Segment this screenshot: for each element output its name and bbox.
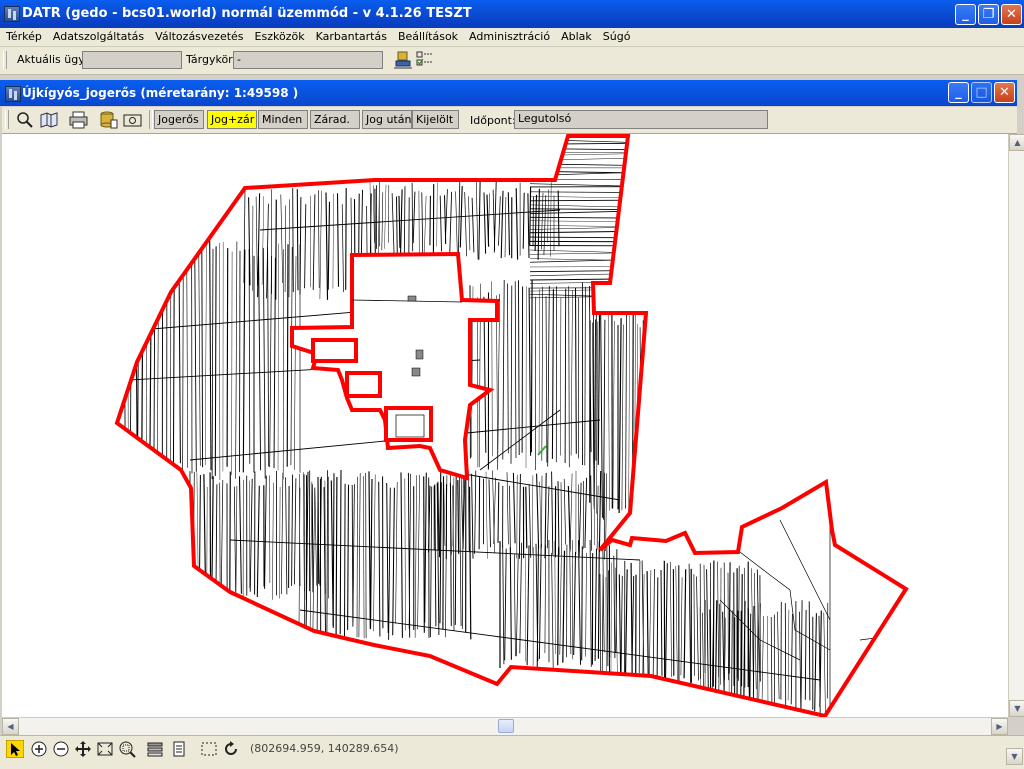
- map-window-icon: [5, 86, 21, 102]
- stamp-user-icon[interactable]: [394, 50, 414, 70]
- checklist-icon[interactable]: [416, 50, 436, 70]
- print-icon[interactable]: [68, 110, 90, 130]
- maximize-button[interactable]: ❐: [978, 4, 999, 25]
- map-minimize-button[interactable]: _: [948, 82, 969, 103]
- scroll-left-button[interactable]: ◀: [2, 718, 19, 735]
- zoom-in-icon[interactable]: [30, 740, 48, 758]
- menu-adminisztracio[interactable]: Adminisztráció: [463, 28, 555, 43]
- parcel-lines: [119, 135, 828, 716]
- targykor-label: Tárgykör:: [186, 53, 236, 66]
- zoom-out-icon[interactable]: [52, 740, 70, 758]
- app-title-bar[interactable]: DATR (gedo - bcs01.world) normál üzemmód…: [0, 0, 1024, 28]
- menu-valtozasvezetes[interactable]: Változásvezetés: [149, 28, 248, 43]
- scroll-up-button[interactable]: ▲: [1009, 134, 1024, 151]
- menu-karbantartas[interactable]: Karbantartás: [310, 28, 392, 43]
- filter-zarad[interactable]: Zárad.: [310, 110, 360, 129]
- targykor-field[interactable]: -: [233, 51, 383, 69]
- zoom-extent-icon[interactable]: [96, 740, 114, 758]
- filter-jogeros[interactable]: Jogerős: [154, 110, 204, 129]
- open-map-icon[interactable]: [38, 110, 60, 130]
- scroll-right-button[interactable]: ▶: [991, 718, 1008, 735]
- filter-jog-utan[interactable]: Jog után: [362, 110, 412, 129]
- vertical-scrollbar[interactable]: ▲ ▼: [1008, 134, 1024, 717]
- menu-ablak[interactable]: Ablak: [555, 28, 597, 43]
- filter-jog-zar[interactable]: Jog+zár: [207, 110, 257, 129]
- cadastral-map[interactable]: [2, 134, 1008, 717]
- toolbar-grip: [5, 110, 9, 129]
- pointer-select-icon[interactable]: [6, 740, 24, 758]
- zoom-window-icon[interactable]: [118, 740, 136, 758]
- aktualis-ugy-field[interactable]: [82, 51, 182, 69]
- app-icon: [4, 6, 20, 22]
- filter-kijelolt[interactable]: Kijelölt: [412, 110, 459, 129]
- map-tools-bar: (802694.959, 140289.654) ▼: [0, 735, 1024, 769]
- inner-exclusion-2: [347, 373, 380, 396]
- menu-adatszolgaltatas[interactable]: Adatszolgáltatás: [47, 28, 149, 43]
- select-rectangle-icon[interactable]: [200, 740, 218, 758]
- inner-exclusion-1: [313, 340, 356, 361]
- scroll-down-button[interactable]: ▼: [1009, 700, 1024, 717]
- map-window-title-bar[interactable]: Újkígyós_jogerős (méretarány: 1:49598 ) …: [0, 80, 1017, 106]
- toolbar-grip: [3, 51, 7, 69]
- horizontal-scroll-thumb[interactable]: [498, 719, 514, 733]
- map-canvas[interactable]: [2, 134, 1008, 717]
- toolbar-separator: [149, 110, 153, 129]
- idopont-label: Időpont:: [470, 114, 516, 127]
- case-bar: Aktuális ügy: Tárgykör: -: [0, 47, 1024, 75]
- close-button[interactable]: ✕: [1001, 4, 1022, 25]
- app-title: DATR (gedo - bcs01.world) normál üzemmód…: [22, 6, 472, 21]
- pan-icon[interactable]: [74, 740, 92, 758]
- bottom-scroll-button[interactable]: ▼: [1006, 748, 1023, 765]
- cursor-coordinates: (802694.959, 140289.654): [250, 742, 399, 755]
- menu-terkep[interactable]: Térkép: [0, 28, 47, 43]
- database-icon[interactable]: [98, 110, 120, 130]
- map-maximize-button[interactable]: □: [971, 82, 992, 103]
- idopont-field[interactable]: Legutolsó: [514, 110, 768, 129]
- search-icon[interactable]: [14, 110, 36, 130]
- filter-minden[interactable]: Minden: [258, 110, 308, 129]
- menu-bar: TérképAdatszolgáltatásVáltozásvezetésEsz…: [0, 28, 1024, 47]
- refresh-icon[interactable]: [222, 740, 240, 758]
- map-close-button[interactable]: ✕: [994, 82, 1015, 103]
- menu-beallitasok[interactable]: Beállítások: [392, 28, 463, 43]
- map-window-title: Újkígyós_jogerős (méretarány: 1:49598 ): [22, 86, 298, 100]
- screenshot-icon[interactable]: [122, 110, 144, 130]
- horizontal-scrollbar[interactable]: ◀ ▶: [2, 717, 1008, 735]
- menu-eszkozok[interactable]: Eszközök: [249, 28, 310, 43]
- layers-icon[interactable]: [146, 740, 164, 758]
- inner-village-boundary: [292, 254, 497, 478]
- map-toolbar: Jogerős Jog+zár Minden Zárad. Jog után K…: [2, 107, 1017, 134]
- menu-sugo[interactable]: Súgó: [597, 28, 636, 43]
- document-icon[interactable]: [170, 740, 188, 758]
- aktualis-ugy-label: Aktuális ügy:: [17, 53, 88, 66]
- minimize-button[interactable]: _: [955, 4, 976, 25]
